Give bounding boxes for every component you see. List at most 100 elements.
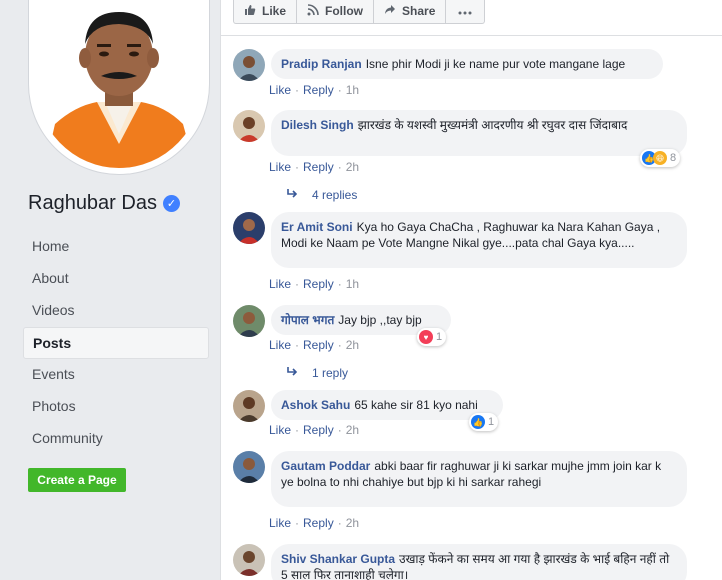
comment-text: Jay bjp ,,tay bjp bbox=[338, 313, 422, 327]
dot-separator: · bbox=[295, 160, 300, 174]
replies-count-label: 4 replies bbox=[312, 188, 358, 202]
reply-arrow-icon bbox=[286, 188, 298, 202]
comment-like-link[interactable]: Like bbox=[269, 338, 291, 352]
commenter-avatar[interactable] bbox=[233, 49, 265, 81]
divider bbox=[221, 35, 722, 36]
dot-separator: · bbox=[337, 83, 342, 97]
comment-like-link[interactable]: Like bbox=[269, 160, 291, 174]
commenter-avatar[interactable] bbox=[233, 110, 265, 142]
profile-picture[interactable] bbox=[28, 0, 210, 175]
comment-reply-link[interactable]: Reply bbox=[303, 338, 334, 352]
comment-text: झारखंड के यशस्वी मुख्यमंत्री आदरणीय श्री… bbox=[357, 118, 628, 132]
commenter-avatar[interactable] bbox=[233, 451, 265, 483]
dot-separator: · bbox=[337, 423, 342, 437]
post-action-bar: Like Follow Share bbox=[233, 0, 486, 24]
comment-bubble: Er Amit Soni Kya ho Gaya ChaCha , Raghuwa… bbox=[271, 212, 687, 268]
comment-like-link[interactable]: Like bbox=[269, 423, 291, 437]
comment-reply-link[interactable]: Reply bbox=[303, 423, 334, 437]
love-reaction-icon: ♥ bbox=[419, 330, 433, 344]
comment-bubble: Shiv Shankar Gupta उखाड़ फेंकने का समय आ … bbox=[271, 544, 687, 580]
thumbs-up-icon bbox=[244, 4, 256, 19]
comment-timestamp[interactable]: 2h bbox=[346, 338, 359, 352]
commenter-avatar[interactable] bbox=[233, 390, 265, 422]
post-comments-panel: Like Follow Share Pradip Ranjan Isne phir… bbox=[220, 0, 722, 580]
commenter-avatar[interactable] bbox=[233, 305, 265, 337]
rss-icon bbox=[307, 3, 319, 19]
haha-reaction-icon: 😆 bbox=[653, 151, 667, 165]
commenter-name[interactable]: Gautam Poddar bbox=[281, 459, 370, 473]
nav-item-posts[interactable]: Posts bbox=[23, 327, 209, 359]
reaction-count: 1 bbox=[436, 331, 443, 343]
comment-reply-link[interactable]: Reply bbox=[303, 277, 334, 291]
nav-item-events[interactable]: Events bbox=[23, 359, 209, 391]
comment-bubble: Ashok Sahu 65 kahe sir 81 kyo nahi bbox=[271, 390, 503, 420]
page-name-text: Raghubar Das bbox=[28, 192, 157, 214]
comment-actions: Like · Reply · 2h bbox=[269, 338, 359, 352]
like-reaction-icon: 👍 bbox=[471, 415, 485, 429]
page-nav: Home About Videos Posts Events Photos Co… bbox=[23, 231, 209, 455]
view-replies-link[interactable]: 1 reply bbox=[286, 366, 348, 380]
dot-separator: · bbox=[337, 277, 342, 291]
comment-reply-link[interactable]: Reply bbox=[303, 516, 334, 530]
more-options-button[interactable] bbox=[446, 0, 484, 24]
commenter-name[interactable]: Shiv Shankar Gupta bbox=[281, 552, 395, 566]
comment-reply-link[interactable]: Reply bbox=[303, 160, 334, 174]
comment-like-link[interactable]: Like bbox=[269, 516, 291, 530]
like-button[interactable]: Like bbox=[234, 0, 298, 24]
dot-separator: · bbox=[295, 83, 300, 97]
comment-timestamp[interactable]: 2h bbox=[346, 423, 359, 437]
profile-person-illustration bbox=[35, 0, 203, 168]
comment-reply-link[interactable]: Reply bbox=[303, 83, 334, 97]
nav-item-community[interactable]: Community bbox=[23, 423, 209, 455]
comment-bubble: Pradip Ranjan Isne phir Modi ji ke name p… bbox=[271, 49, 663, 79]
commenter-avatar[interactable] bbox=[233, 212, 265, 244]
nav-item-home[interactable]: Home bbox=[23, 231, 209, 263]
view-replies-link[interactable]: 4 replies bbox=[286, 188, 357, 202]
reaction-summary[interactable]: ♥ 1 bbox=[417, 328, 447, 346]
like-label: Like bbox=[262, 4, 287, 18]
replies-count-label: 1 reply bbox=[312, 366, 349, 380]
comment-like-link[interactable]: Like bbox=[269, 277, 291, 291]
comment-text: Isne phir Modi ji ke name pur vote manga… bbox=[365, 57, 626, 71]
verified-badge-icon: ✓ bbox=[162, 195, 180, 212]
comment-text: 65 kahe sir 81 kyo nahi bbox=[354, 398, 478, 412]
nav-item-videos[interactable]: Videos bbox=[23, 295, 209, 327]
comment-timestamp[interactable]: 2h bbox=[346, 516, 359, 530]
reaction-summary[interactable]: 👍 1 bbox=[469, 413, 499, 431]
commenter-name[interactable]: गोपाल भगत bbox=[281, 313, 334, 327]
commenter-avatar[interactable] bbox=[233, 544, 265, 576]
dot-separator: · bbox=[295, 338, 300, 352]
share-arrow-icon bbox=[384, 4, 396, 19]
reply-arrow-icon bbox=[286, 366, 298, 380]
comment-actions: Like · Reply · 1h bbox=[269, 277, 359, 291]
reaction-count: 1 bbox=[488, 416, 495, 428]
commenter-name[interactable]: Ashok Sahu bbox=[281, 398, 350, 412]
nav-item-photos[interactable]: Photos bbox=[23, 391, 209, 423]
create-page-button[interactable]: Create a Page bbox=[28, 468, 126, 492]
follow-button[interactable]: Follow bbox=[297, 0, 375, 24]
share-button[interactable]: Share bbox=[374, 0, 447, 24]
profile-photo bbox=[35, 0, 203, 168]
comment-actions: Like · Reply · 1h bbox=[269, 83, 359, 97]
comment-timestamp[interactable]: 1h bbox=[346, 83, 359, 97]
comment-like-link[interactable]: Like bbox=[269, 83, 291, 97]
comment-actions: Like · Reply · 2h bbox=[269, 423, 359, 437]
dot-separator: · bbox=[295, 423, 300, 437]
dot-separator: · bbox=[295, 516, 300, 530]
dot-separator: · bbox=[337, 160, 342, 174]
follow-label: Follow bbox=[325, 4, 364, 18]
nav-item-about[interactable]: About bbox=[23, 263, 209, 295]
left-sidebar: Raghubar Das ✓ Home About Videos Posts E… bbox=[0, 0, 220, 580]
comment-actions: Like · Reply · 2h bbox=[269, 516, 359, 530]
commenter-name[interactable]: Pradip Ranjan bbox=[281, 57, 362, 71]
ellipsis-icon bbox=[458, 4, 472, 18]
dot-separator: · bbox=[337, 516, 342, 530]
share-label: Share bbox=[402, 4, 436, 18]
reaction-count: 8 bbox=[670, 152, 677, 164]
commenter-name[interactable]: Er Amit Soni bbox=[281, 220, 353, 234]
reaction-summary[interactable]: 👍 😆 8 bbox=[640, 149, 681, 167]
page-title[interactable]: Raghubar Das ✓ bbox=[28, 192, 180, 215]
comment-timestamp[interactable]: 1h bbox=[346, 277, 359, 291]
commenter-name[interactable]: Dilesh Singh bbox=[281, 118, 354, 132]
comment-timestamp[interactable]: 2h bbox=[346, 160, 359, 174]
